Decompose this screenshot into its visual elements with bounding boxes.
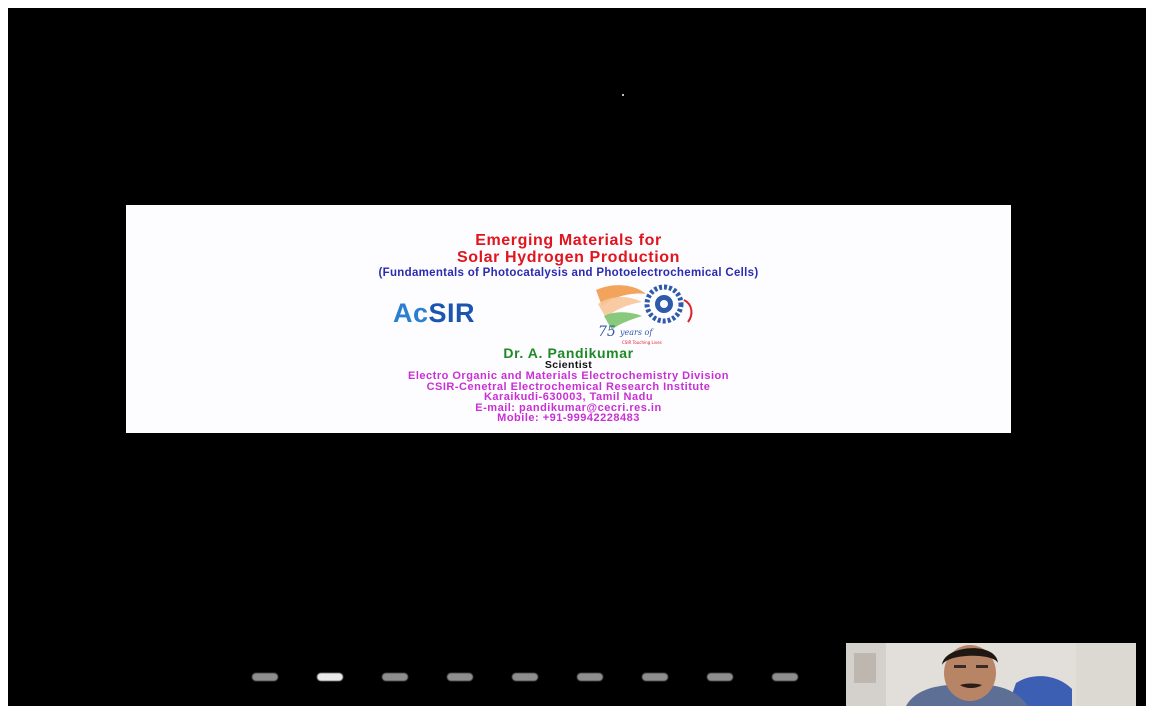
video-frame: Emerging Materials for Solar Hydrogen Pr… [8, 8, 1146, 706]
presenter-mobile: Mobile: +91-99942228483 [497, 412, 640, 424]
pager-dot[interactable] [577, 673, 603, 681]
presenter-address: Karaikudi-630003, Tamil Nadu [483, 391, 654, 403]
pager-dot[interactable] [772, 673, 798, 681]
acsir-logo-ir: IR [447, 298, 476, 328]
acsir-logo: AcSIR [393, 298, 475, 329]
presenter-name: Dr. A. Pandikumar [503, 345, 634, 361]
pager-dot[interactable] [512, 673, 538, 681]
acsir-logo-ac: Ac [393, 298, 429, 328]
slide-title-line-1: Emerging Materials for [475, 232, 662, 249]
pager-dot[interactable] [317, 673, 343, 681]
pager-dot[interactable] [382, 673, 408, 681]
pager-dot[interactable] [642, 673, 668, 681]
slide-title-line-2: Solar Hydrogen Production [456, 249, 680, 266]
speck [622, 94, 624, 96]
csir-75-years-logo: 75 years of CSIR Touching Lives [596, 284, 693, 345]
slide-pager [252, 670, 812, 684]
acsir-logo-s: S [428, 298, 448, 328]
pager-dot[interactable] [447, 673, 473, 681]
pager-dot[interactable] [707, 673, 733, 681]
slide-subtitle: (Fundamentals of Photocatalysis and Phot… [378, 267, 759, 279]
csir-75-text: 75 [598, 324, 616, 340]
presenter-division: Electro Organic and Materials Electroche… [408, 370, 729, 382]
csir-years-text: years of [619, 328, 654, 337]
pager-dot[interactable] [252, 673, 278, 681]
csir-tagline: CSIR Touching Lives [622, 340, 662, 345]
logo-row: AcSIR 75 years of CSIR Touching Lives [126, 284, 1011, 345]
webcam-image [846, 643, 1136, 706]
presenter-webcam-video[interactable] [846, 643, 1136, 706]
presentation-slide: Emerging Materials for Solar Hydrogen Pr… [126, 205, 1011, 433]
